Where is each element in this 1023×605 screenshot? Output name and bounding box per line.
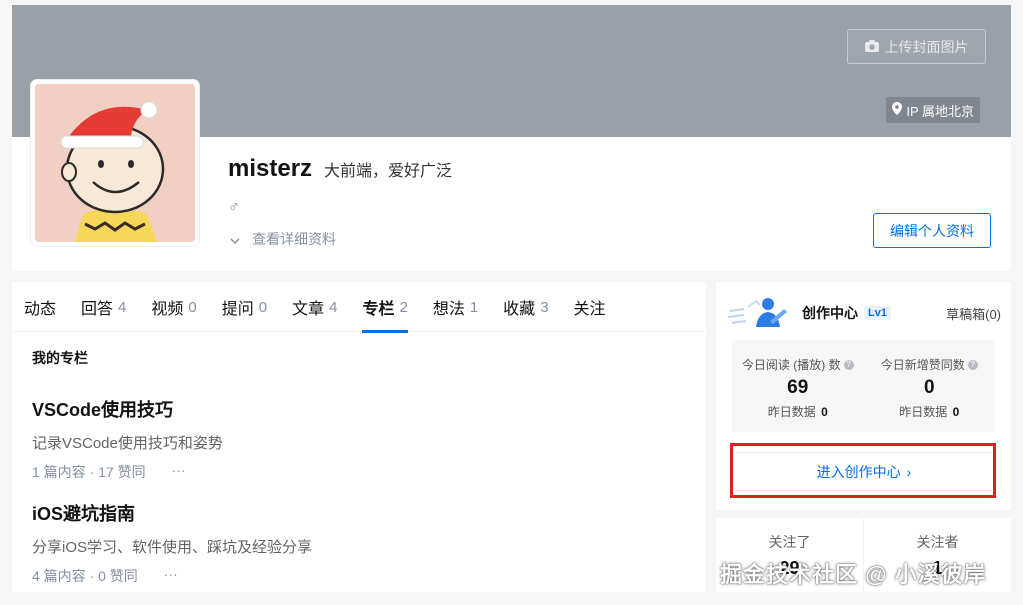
- avatar-image: [35, 84, 195, 242]
- tab-count: 0: [188, 298, 197, 316]
- tab-count: 1: [469, 298, 479, 316]
- column-description: 记录VSCode使用技巧和姿势: [32, 435, 223, 452]
- profile-content-card: 动态 回答 4 视频 0 提问 0 文章 4 专栏 2 想法 1 收藏 3 关注 我的专栏 V…: [12, 282, 706, 592]
- list-item[interactable]: VSCode使用技巧 记录VSCode使用技巧和姿势 1 篇内容 · 17 赞同…: [32, 396, 223, 482]
- tab-label: 关注: [573, 301, 606, 318]
- highlight-annotation: [730, 443, 996, 498]
- user-name: misterz: [228, 155, 313, 182]
- tab-count: 2: [399, 298, 408, 316]
- tab-activity[interactable]: 动态: [24, 282, 56, 332]
- stat-label: 今日阅读 (播放) 数: [741, 358, 841, 372]
- watermark-text: 掘金技术社区 @ 小溪彼岸: [720, 562, 987, 587]
- tab-following[interactable]: 关注: [574, 282, 606, 332]
- ip-location-badge: IP 属地北京: [886, 97, 980, 123]
- stat-sub-label: 昨日数据: [899, 405, 948, 419]
- follow-label: 关注者: [916, 534, 959, 550]
- edit-profile-button[interactable]: 编辑个人资料: [873, 213, 991, 248]
- stat-value: 0: [923, 377, 935, 398]
- column-meta: 4 篇内容 · 0 赞同 ···: [32, 566, 312, 586]
- drafts-link[interactable]: 草稿箱(0): [946, 304, 1001, 323]
- stat-sub-value: 0: [952, 405, 960, 419]
- tab-count: 0: [258, 298, 268, 316]
- column-title[interactable]: VSCode使用技巧: [32, 396, 223, 422]
- upload-cover-label: 上传封面图片: [884, 38, 969, 55]
- chevron-down-icon: [230, 231, 240, 247]
- stat-yesterday: 昨日数据 0: [732, 403, 864, 420]
- creator-title: 创作中心: [802, 305, 858, 321]
- stat-yesterday: 昨日数据 0: [864, 403, 996, 420]
- tab-count: 4: [329, 298, 338, 316]
- tab-columns[interactable]: 专栏 2: [362, 282, 409, 333]
- stat-label: 今日新增赞同数: [880, 358, 965, 372]
- column-stats: 1 篇内容 · 17 赞同: [32, 464, 146, 480]
- tab-label: 回答: [81, 301, 114, 318]
- tab-collections[interactable]: 收藏 3: [503, 282, 548, 332]
- column-stats: 4 篇内容 · 0 赞同: [32, 568, 138, 584]
- help-icon[interactable]: ?: [843, 359, 854, 370]
- column-meta: 1 篇内容 · 17 赞同 ···: [32, 462, 223, 482]
- tab-label: 动态: [24, 301, 57, 318]
- help-icon[interactable]: ?: [967, 359, 978, 370]
- upload-cover-button[interactable]: 上传封面图片: [847, 29, 986, 64]
- tab-answers[interactable]: 回答 4: [81, 282, 126, 332]
- male-icon: ♂: [228, 199, 240, 216]
- tab-label: 提问: [221, 301, 254, 318]
- column-description: 分享iOS学习、软件使用、踩坑及经验分享: [32, 539, 313, 556]
- creator-illustration-icon: [726, 293, 792, 333]
- stat-label-row: 今日阅读 (播放) 数 ?: [732, 356, 864, 373]
- view-details-link[interactable]: 查看详细资料: [230, 229, 336, 249]
- more-icon[interactable]: ···: [172, 462, 186, 482]
- profile-header-card: 上传封面图片 IP 属地北京 misterz 大前端，爱好广泛 ♂ 查看详细资料…: [12, 5, 1011, 271]
- stat-sub-label: 昨日数据: [767, 405, 816, 419]
- tab-label: 想法: [432, 301, 465, 318]
- camera-icon: [864, 39, 879, 55]
- name-row: misterz 大前端，爱好广泛: [228, 155, 452, 183]
- tab-label: 视频: [151, 301, 184, 318]
- stat-sub-value: 0: [821, 405, 828, 419]
- avatar[interactable]: [31, 80, 199, 246]
- tab-label: 文章: [292, 301, 325, 318]
- stat-value: 69: [787, 377, 809, 398]
- stat-today-reads: 今日阅读 (播放) 数 ? 69 昨日数据 0: [732, 340, 864, 432]
- section-title: 我的专栏: [32, 350, 88, 366]
- tab-count: 4: [118, 298, 127, 316]
- view-details-label: 查看详细资料: [252, 231, 336, 247]
- level-badge: Lv1: [864, 306, 891, 320]
- list-item[interactable]: iOS避坑指南 分享iOS学习、软件使用、踩坑及经验分享 4 篇内容 · 0 赞…: [32, 500, 312, 586]
- user-headline: 大前端，爱好广泛: [324, 163, 453, 180]
- stat-label-row: 今日新增赞同数 ?: [864, 356, 996, 373]
- tab-count: 3: [540, 298, 549, 316]
- follow-label: 关注了: [768, 534, 811, 550]
- stat-today-upvotes: 今日新增赞同数 ? 0 昨日数据 0: [864, 340, 996, 432]
- tab-thoughts[interactable]: 想法 1: [433, 282, 478, 332]
- tab-label: 专栏: [362, 301, 395, 318]
- column-title[interactable]: iOS避坑指南: [32, 500, 312, 526]
- tab-questions[interactable]: 提问 0: [222, 282, 267, 332]
- location-pin-icon: [892, 102, 903, 118]
- tab-articles[interactable]: 文章 4: [292, 282, 337, 332]
- tab-label: 收藏: [503, 301, 536, 318]
- tab-videos[interactable]: 视频 0: [151, 282, 196, 332]
- more-icon[interactable]: ···: [164, 566, 178, 586]
- creator-header: 创作中心 Lv1 草稿箱(0): [726, 290, 1001, 336]
- ip-location-text: IP 属地北京: [906, 103, 974, 119]
- profile-tabs: 动态 回答 4 视频 0 提问 0 文章 4 专栏 2 想法 1 收藏 3 关注: [12, 282, 706, 333]
- creator-stats: 今日阅读 (播放) 数 ? 69 昨日数据 0 今日新增赞同数 ? 0 昨日数据…: [732, 340, 995, 432]
